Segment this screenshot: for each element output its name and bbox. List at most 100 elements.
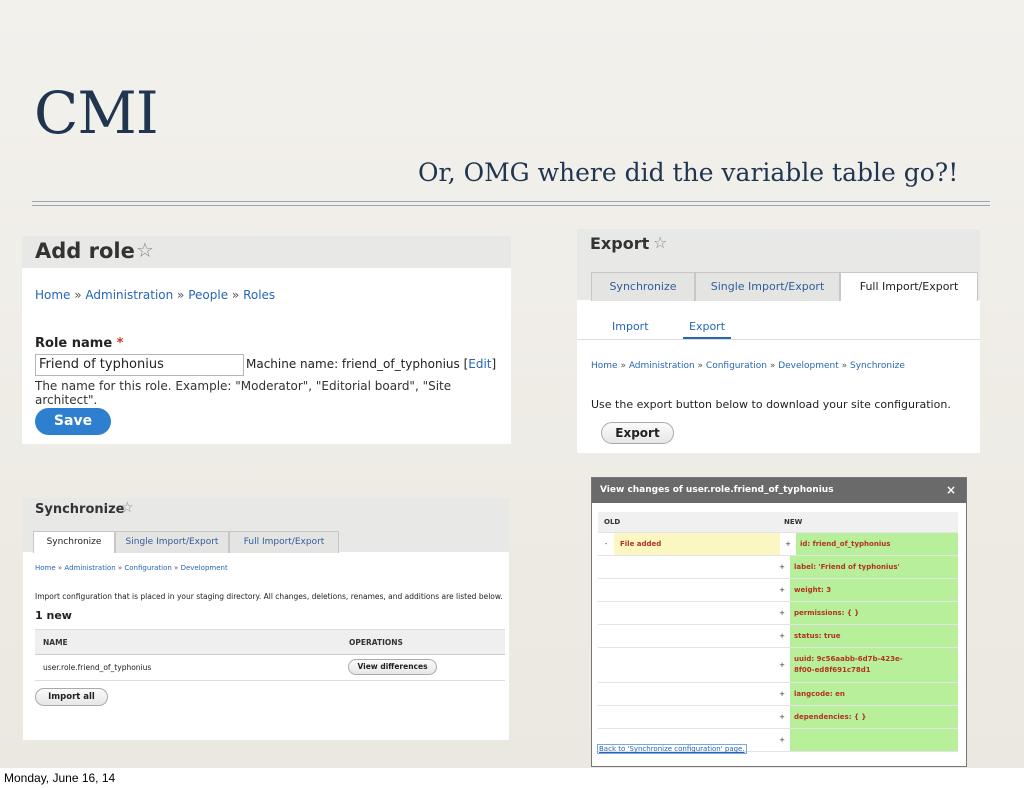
tab-synchronize[interactable]: Synchronize <box>33 531 115 553</box>
dialog-title: View changes of user.role.friend_of_typh… <box>600 485 834 495</box>
edit-link[interactable]: Edit <box>468 357 491 371</box>
breadcrumb-synchronize[interactable]: Synchronize <box>850 361 905 371</box>
breadcrumb-home[interactable]: Home <box>591 361 618 371</box>
machine-name-close: ] <box>491 357 497 371</box>
tab-single-import-export[interactable]: Single Import/Export <box>695 272 840 301</box>
diff-dialog: View changes of user.role.friend_of_typh… <box>591 477 967 767</box>
diff-row: + weight: 3 <box>598 579 958 602</box>
subtab-import[interactable]: Import <box>612 320 649 333</box>
back-to-synchronize-link[interactable]: Back to 'Synchronize configuration' page… <box>597 744 747 754</box>
diff-new-text: dependencies: { } <box>790 706 958 728</box>
column-operations: OPERATIONS <box>349 638 403 647</box>
diff-row: + status: true <box>598 625 958 648</box>
diff-new-text: label: 'Friend of typhonius' <box>790 556 958 578</box>
primary-tabs: Synchronize Single Import/Export Full Im… <box>33 531 339 553</box>
diff-row: + langcode: en <box>598 683 958 706</box>
breadcrumb: Home » Administration » Configuration » … <box>591 361 905 371</box>
diff-new-sign: + <box>785 540 791 548</box>
diff-old-text <box>614 683 774 705</box>
diff-old-sign: - <box>604 540 608 548</box>
diff-row: + dependencies: { } <box>598 706 958 729</box>
breadcrumb: Home » Administration » Configuration » … <box>35 564 228 572</box>
export-description: Use the export button below to download … <box>591 398 951 411</box>
diff-new-text <box>790 729 958 751</box>
breadcrumb-administration[interactable]: Administration <box>629 361 695 371</box>
diff-new-sign: + <box>779 661 785 669</box>
diff-old-text <box>614 648 774 682</box>
star-icon[interactable]: ☆ <box>653 233 667 252</box>
table-header: NAME OPERATIONS <box>35 629 505 655</box>
star-icon[interactable]: ☆ <box>136 238 154 262</box>
diff-old-sign <box>598 579 614 601</box>
primary-tabs: Synchronize Single Import/Export Full Im… <box>591 272 978 301</box>
divider <box>32 201 990 202</box>
footer-bar <box>0 768 1024 788</box>
diff-new-text: status: true <box>790 625 958 647</box>
export-panel: Export ☆ Synchronize Single Import/Expor… <box>577 229 980 453</box>
synchronize-panel: Synchronize ☆ Synchronize Single Import/… <box>23 498 509 740</box>
breadcrumb-home[interactable]: Home <box>35 564 56 572</box>
table-row: user.role.friend_of_typhonius View diffe… <box>35 654 505 681</box>
diff-old-sign <box>598 556 614 578</box>
required-mark: * <box>116 336 124 351</box>
divider <box>32 205 990 206</box>
diff-old-text <box>614 556 774 578</box>
divider <box>577 339 980 340</box>
subtab-export[interactable]: Export <box>689 320 725 333</box>
diff-new-sign: + <box>779 736 785 744</box>
diff-header: OLD NEW <box>598 512 958 533</box>
role-name-input[interactable]: Friend of typhonius <box>35 354 244 376</box>
diff-new-text: uuid: 9c56aabb-6d7b-423e-8f00-ed8f691c78… <box>790 648 914 682</box>
diff-old-text <box>614 602 774 624</box>
field-help: The name for this role. Example: "Modera… <box>35 379 452 407</box>
diff-old-sign <box>598 648 614 682</box>
config-name: user.role.friend_of_typhonius <box>43 663 152 672</box>
import-all-button[interactable]: Import all <box>35 688 108 706</box>
tab-single-import-export[interactable]: Single Import/Export <box>115 531 229 553</box>
diff-row: + permissions: { } <box>598 602 958 625</box>
diff-old-sign <box>598 706 614 728</box>
add-role-panel: Add role ☆ Home » Administration » Peopl… <box>22 236 511 444</box>
breadcrumb-people[interactable]: People <box>188 288 228 302</box>
breadcrumb-development[interactable]: Development <box>778 361 839 371</box>
breadcrumb-configuration[interactable]: Configuration <box>124 564 171 572</box>
view-differences-button[interactable]: View differences <box>348 659 437 675</box>
diff-old-text: File added <box>614 533 780 555</box>
diff-row: + label: 'Friend of typhonius' <box>598 556 958 579</box>
breadcrumb-configuration[interactable]: Configuration <box>706 361 767 371</box>
diff-new-text: id: friend_of_typhonius <box>796 533 958 555</box>
export-header: Export ☆ Synchronize Single Import/Expor… <box>577 229 980 301</box>
breadcrumb-home[interactable]: Home <box>35 288 70 302</box>
tab-synchronize[interactable]: Synchronize <box>591 272 695 301</box>
slide: CMI Or, OMG where did the variable table… <box>0 0 1024 768</box>
change-count: 1 new <box>35 609 72 622</box>
export-button[interactable]: Export <box>601 422 674 444</box>
column-new: NEW <box>784 518 803 526</box>
breadcrumb-roles[interactable]: Roles <box>243 288 275 302</box>
star-icon[interactable]: ☆ <box>121 500 134 516</box>
machine-name-text: Machine name: friend_of_typhonius [ <box>246 357 469 371</box>
column-name: NAME <box>43 638 68 647</box>
diff-old-sign <box>598 625 614 647</box>
diff-old-sign <box>598 683 614 705</box>
diff-new-sign: + <box>779 609 785 617</box>
diff-row: + uuid: 9c56aabb-6d7b-423e-8f00-ed8f691c… <box>598 648 958 683</box>
synchronize-header: Synchronize ☆ Synchronize Single Import/… <box>23 498 509 553</box>
dialog-titlebar: View changes of user.role.friend_of_typh… <box>592 478 966 503</box>
sync-description: Import configuration that is placed in y… <box>35 592 503 601</box>
column-old: OLD <box>604 518 621 526</box>
diff-old-text <box>614 706 774 728</box>
tab-full-import-export[interactable]: Full Import/Export <box>840 272 978 301</box>
breadcrumb-development[interactable]: Development <box>181 564 228 572</box>
diff-new-sign: + <box>779 690 785 698</box>
page-title: Synchronize <box>35 502 125 517</box>
breadcrumb-administration[interactable]: Administration <box>64 564 115 572</box>
tab-full-import-export[interactable]: Full Import/Export <box>229 531 339 553</box>
save-button[interactable]: Save <box>35 408 111 435</box>
diff-table: OLD NEW - File added + id: friend_of_typ… <box>598 512 958 752</box>
diff-row: - File added + id: friend_of_typhonius <box>598 533 958 556</box>
breadcrumb: Home » Administration » People » Roles <box>35 288 276 302</box>
close-icon[interactable]: × <box>946 483 956 497</box>
diff-old-sign <box>598 602 614 624</box>
breadcrumb-administration[interactable]: Administration <box>85 288 173 302</box>
